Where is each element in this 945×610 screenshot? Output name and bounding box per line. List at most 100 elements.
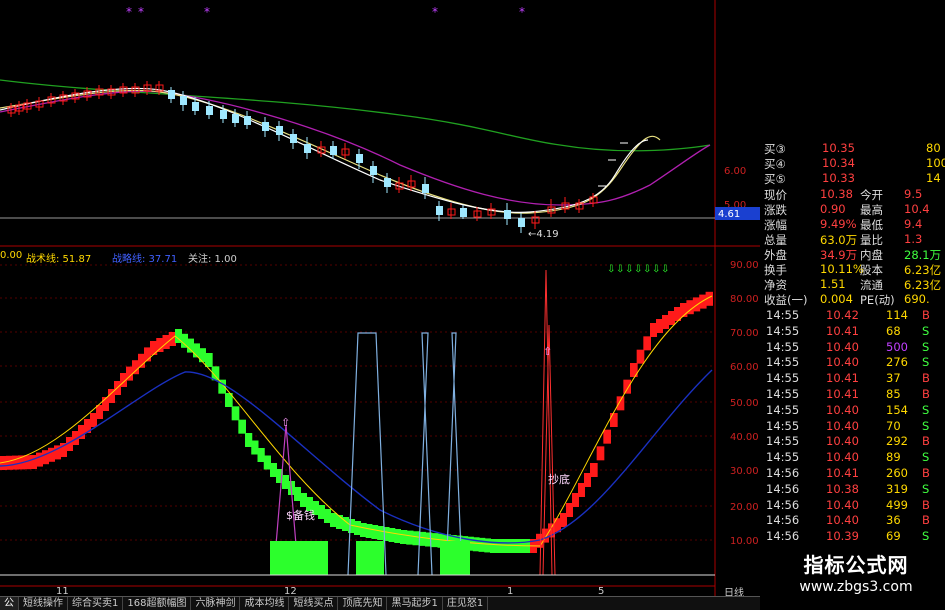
tick-row-cell: 36 <box>886 513 901 528</box>
tick-row-cell: 10.40 <box>826 402 859 417</box>
stat-row-cell: 28.1万 <box>904 248 942 262</box>
bid-row-cell: 80 <box>926 141 941 155</box>
tactical-band-up <box>36 452 43 467</box>
stat-row-cell: 34.9万 <box>820 248 858 262</box>
indicator-tab[interactable]: 短线买点 <box>289 597 339 610</box>
stat-row-cell: 9.4 <box>904 217 923 231</box>
tactical-band-up <box>596 446 605 461</box>
tactical-band-up <box>603 429 611 444</box>
indicator-label-strategic: 战略线: 37.71 <box>112 254 178 265</box>
candle-down <box>436 206 443 215</box>
tick-row-cell: 14:56 <box>766 481 800 496</box>
tactical-band-down <box>245 433 253 447</box>
buy-arrow: ⇩ <box>652 264 660 275</box>
bid-row-cell: 买⑤ <box>764 172 786 186</box>
bid-row-cell: 10.33 <box>822 171 855 185</box>
tick-row-cell: 14:56 <box>766 466 800 480</box>
bid-row-cell: 买④ <box>764 157 786 171</box>
tactical-band-up <box>132 360 139 375</box>
watermark-title: 指标公式网 <box>803 553 909 577</box>
buy-arrow: ⇩ <box>661 264 669 275</box>
stat-row-cell: 10.38 <box>820 187 853 201</box>
tactical-band-down <box>330 513 337 527</box>
tick-row-cell: 499 <box>886 497 908 512</box>
tactical-band-up <box>636 349 645 364</box>
tactical-band-up <box>656 319 663 333</box>
indicator-tab[interactable]: 短线操作 <box>19 597 68 610</box>
indicator-tick: 60.00 <box>730 362 759 373</box>
tactical-band-up <box>643 336 651 351</box>
tactical-band-up <box>90 413 97 427</box>
tick-row-cell: 10.39 <box>826 529 859 544</box>
indicator-series: ⇧⇧⇩ ⇩ ⇩ ⇩ ⇩ ⇩ ⇩ <box>0 264 715 576</box>
low-label: ←4.19 <box>528 229 559 240</box>
tactical-band-down <box>294 487 301 501</box>
watermark: 指标公式网 www.zbgs3.com <box>767 545 945 609</box>
watermark-url: www.zbgs3.com <box>799 579 913 595</box>
tick-row-cell: 68 <box>886 323 901 338</box>
stat-row-cell: 总量 <box>764 233 787 247</box>
tick-row-cell: 14:55 <box>766 308 800 322</box>
tactical-band-up <box>623 379 631 394</box>
tick-row-cell: S <box>922 323 930 338</box>
candle-down <box>220 110 227 119</box>
indicator-tick: 50.00 <box>730 398 759 409</box>
tactical-band-up <box>560 513 567 527</box>
tick-row-cell: 14:55 <box>766 371 800 386</box>
indicator-tick: 70.00 <box>730 328 759 339</box>
indicator-tab[interactable]: 168超额幅图 <box>123 597 192 610</box>
indicator-tabs[interactable]: 公短线操作 综合买卖1 168超额幅图 六脉神剑 成本均线 短线买点 顶底先知 黑马起步1 庄见… <box>0 596 760 610</box>
bid-row-cell: 14 <box>926 171 941 185</box>
tactical-band-up <box>578 483 585 497</box>
indicator-tab[interactable]: 六脉神剑 <box>191 597 241 610</box>
tactical-band-down <box>377 526 384 540</box>
indicator-tab[interactable]: 综合买卖1 <box>68 597 124 610</box>
stat-row-cell: 股本 <box>860 263 883 277</box>
tactical-band-down <box>478 537 486 552</box>
tick-row-cell: 85 <box>886 387 901 401</box>
tactical-band-down <box>324 509 331 523</box>
tactical-band-up <box>662 315 669 329</box>
indicator-tab[interactable]: 成本均线 <box>240 597 290 610</box>
stat-row-cell: 690. <box>904 292 930 306</box>
candle-down <box>244 116 251 125</box>
tick-row-cell: 14:55 <box>766 402 800 417</box>
indicator-tick: 80.00 <box>730 294 759 305</box>
tick-row-cell: 276 <box>886 355 908 370</box>
indicator-tab[interactable]: 公 <box>0 597 19 610</box>
tick-row-cell: 14:55 <box>766 339 800 354</box>
tactical-band-up <box>616 396 625 411</box>
tick-row-cell: 14:56 <box>766 497 800 512</box>
tick-row-cell: 319 <box>886 481 908 496</box>
tactical-band-down <box>257 448 265 462</box>
tactical-band-down <box>263 455 271 470</box>
tick-row-cell: B <box>922 497 930 512</box>
indicator-label-0: 0.00 <box>0 250 23 261</box>
tactical-band-down <box>282 475 289 489</box>
tactical-band-up <box>584 473 591 487</box>
buy-arrow: ⇩ <box>634 264 642 275</box>
tactical-band-up <box>96 405 103 419</box>
tick-row-cell: B <box>922 434 930 449</box>
tactical-band-down <box>199 348 206 363</box>
indicator-tab[interactable]: 庄见怒1 <box>443 597 489 610</box>
tick-row-cell: 260 <box>886 466 908 480</box>
indicator-label-focus: 关注: 1.00 <box>188 254 237 265</box>
top-marker: * <box>204 5 210 19</box>
indicator-tab[interactable]: 顶底先知 <box>338 597 388 610</box>
tactical-band-down <box>400 530 408 544</box>
indicator-tab[interactable]: 黑马起步1 <box>387 597 443 610</box>
strategic-line <box>0 369 713 544</box>
tactical-band-down <box>360 523 367 537</box>
tick-row-cell: 14:55 <box>766 323 800 338</box>
tick-row-cell: S <box>922 402 930 417</box>
candlesticks <box>7 81 628 233</box>
tick-row-cell: 14:55 <box>766 434 800 449</box>
price-tick: 6.00 <box>724 166 746 177</box>
stat-row-cell: 6.23亿 <box>904 263 942 277</box>
bid-row-cell: 100 <box>926 156 945 170</box>
tactical-band-down <box>336 515 343 529</box>
tick-row-cell: 89 <box>886 450 901 465</box>
tick-row-cell: 10.40 <box>826 418 859 433</box>
indicator-tick: 30.00 <box>730 466 759 477</box>
